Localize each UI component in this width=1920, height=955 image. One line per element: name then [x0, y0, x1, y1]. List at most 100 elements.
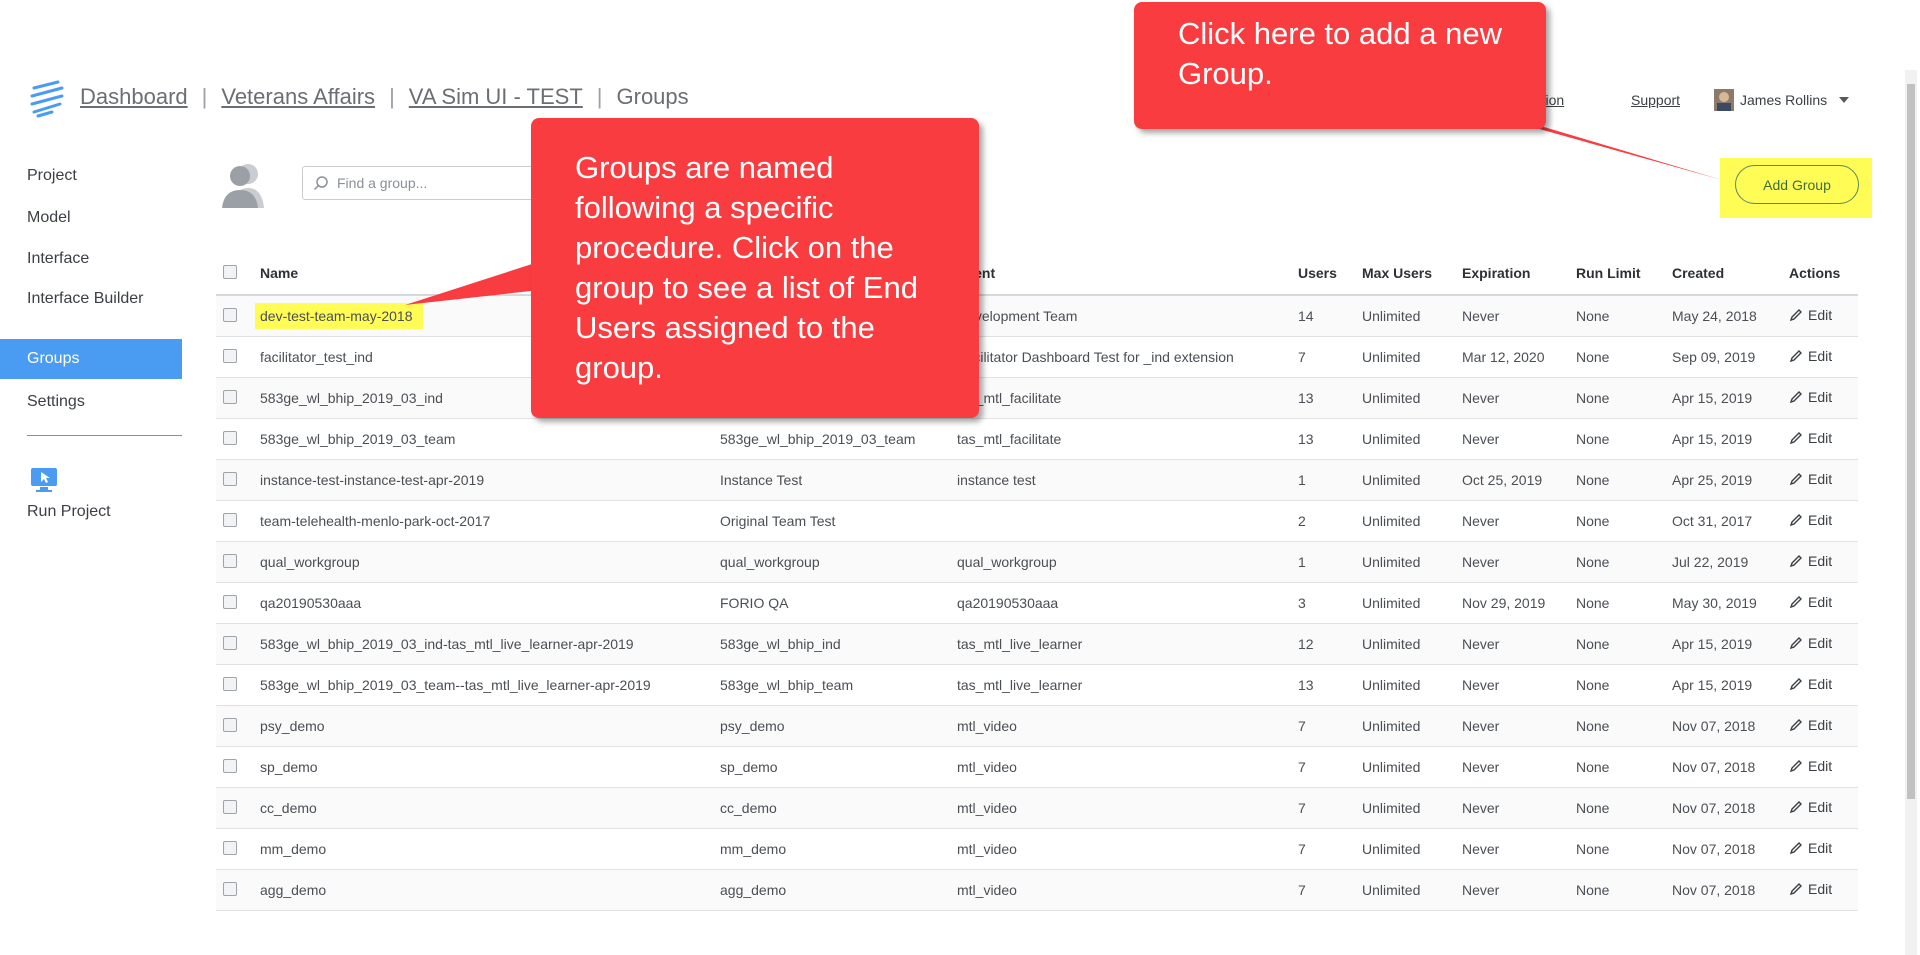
- table-row[interactable]: psy_demo psy_demo mtl_video 7 Unlimited Never…: [216, 705, 1858, 747]
- search-input[interactable]: [335, 174, 539, 192]
- edit-button[interactable]: Edit: [1789, 553, 1832, 569]
- run-project-icon[interactable]: [30, 467, 58, 493]
- cell-name[interactable]: qa20190530aaa: [260, 582, 720, 624]
- cell-name[interactable]: 583ge_wl_bhip_2019_03_team--tas_mtl_live…: [260, 664, 720, 706]
- group-name-link[interactable]: agg_demo: [260, 882, 326, 898]
- group-name-link[interactable]: instance-test-instance-test-apr-2019: [260, 472, 484, 488]
- cell-name[interactable]: mm_demo: [260, 828, 720, 870]
- column-header-expiration[interactable]: Expiration: [1462, 252, 1576, 296]
- support-link[interactable]: Support: [1631, 92, 1680, 108]
- sidebar-item-settings[interactable]: Settings: [0, 391, 85, 412]
- row-checkbox[interactable]: [223, 635, 237, 650]
- column-header-event[interactable]: Event: [957, 252, 1298, 296]
- breadcrumb-project[interactable]: VA Sim UI - TEST: [409, 84, 583, 109]
- group-name-link[interactable]: sp_demo: [260, 759, 318, 775]
- cell-name[interactable]: agg_demo: [260, 869, 720, 911]
- edit-button[interactable]: Edit: [1789, 348, 1832, 364]
- table-row[interactable]: 583ge_wl_bhip_2019_03_ind tas_mtl_facilit…: [216, 377, 1858, 419]
- row-checkbox[interactable]: [223, 512, 237, 527]
- cell-text: 12: [1298, 636, 1314, 652]
- column-header-created[interactable]: Created: [1672, 252, 1789, 296]
- cell-name[interactable]: qual_workgroup: [260, 541, 720, 583]
- row-checkbox[interactable]: [223, 840, 237, 855]
- group-name-link[interactable]: cc_demo: [260, 800, 317, 816]
- sidebar-item-interface[interactable]: Interface: [0, 248, 89, 269]
- group-name-link[interactable]: mm_demo: [260, 841, 326, 857]
- cell-name[interactable]: 583ge_wl_bhip_2019_03_team: [260, 418, 720, 460]
- group-name-link[interactable]: dev-test-team-may-2018: [255, 303, 423, 329]
- sidebar-item-interface-builder[interactable]: Interface Builder: [0, 288, 147, 309]
- logo-icon[interactable]: [30, 80, 64, 118]
- row-checkbox[interactable]: [223, 758, 237, 773]
- edit-button[interactable]: Edit: [1789, 430, 1832, 446]
- table-row[interactable]: qual_workgroup qual_workgroup qual_workgro…: [216, 541, 1858, 583]
- edit-button[interactable]: Edit: [1789, 471, 1832, 487]
- cell-name[interactable]: 583ge_wl_bhip_2019_03_ind-tas_mtl_live_l…: [260, 623, 720, 665]
- table-row[interactable]: 583ge_wl_bhip_2019_03_team 583ge_wl_bhip_…: [216, 418, 1858, 460]
- scrollbar-thumb[interactable]: [1907, 84, 1915, 799]
- cell-name[interactable]: psy_demo: [260, 705, 720, 747]
- table-row[interactable]: facilitator_test_ind Facilitator Dashboar…: [216, 336, 1858, 378]
- user-menu[interactable]: James Rollins: [1714, 89, 1850, 111]
- row-checkbox[interactable]: [223, 553, 237, 568]
- edit-button[interactable]: Edit: [1789, 840, 1832, 856]
- sidebar-item-project[interactable]: Project: [0, 165, 77, 186]
- row-checkbox[interactable]: [223, 881, 237, 896]
- row-checkbox[interactable]: [223, 307, 237, 322]
- cell-name[interactable]: instance-test-instance-test-apr-2019: [260, 459, 720, 501]
- edit-button[interactable]: Edit: [1789, 307, 1832, 323]
- edit-button[interactable]: Edit: [1789, 717, 1832, 733]
- cell-name[interactable]: cc_demo: [260, 787, 720, 829]
- row-checkbox[interactable]: [223, 799, 237, 814]
- edit-button[interactable]: Edit: [1789, 676, 1832, 692]
- table-row[interactable]: dev-test-team-may-2018 Development Team 14…: [216, 295, 1858, 337]
- sidebar-item-model[interactable]: Model: [0, 207, 71, 228]
- edit-button[interactable]: Edit: [1789, 881, 1832, 897]
- column-header-users[interactable]: Users: [1298, 252, 1362, 296]
- edit-button[interactable]: Edit: [1789, 389, 1832, 405]
- table-row[interactable]: 583ge_wl_bhip_2019_03_team--tas_mtl_live…: [216, 664, 1858, 706]
- row-checkbox[interactable]: [223, 348, 237, 363]
- select-all-checkbox[interactable]: [223, 264, 237, 279]
- row-checkbox[interactable]: [223, 430, 237, 445]
- edit-button[interactable]: Edit: [1789, 512, 1832, 528]
- group-name-link[interactable]: 583ge_wl_bhip_2019_03_team--tas_mtl_live…: [260, 677, 651, 693]
- cell-text: tas_mtl_live_learner: [957, 677, 1083, 693]
- breadcrumb-veterans-affairs[interactable]: Veterans Affairs: [221, 84, 375, 109]
- table-row[interactable]: agg_demo agg_demo mtl_video 7 Unlimited Never…: [216, 869, 1858, 911]
- row-checkbox[interactable]: [223, 389, 237, 404]
- group-name-link[interactable]: team-telehealth-menlo-park-oct-2017: [260, 513, 490, 529]
- edit-button[interactable]: Edit: [1789, 758, 1832, 774]
- column-header-max-users[interactable]: Max Users: [1362, 252, 1462, 296]
- group-name-link[interactable]: psy_demo: [260, 718, 325, 734]
- cell-text: Unlimited: [1362, 800, 1421, 816]
- row-checkbox[interactable]: [223, 594, 237, 609]
- run-project-link[interactable]: Run Project: [0, 501, 111, 522]
- edit-button[interactable]: Edit: [1789, 799, 1832, 815]
- group-name-link[interactable]: facilitator_test_ind: [260, 349, 373, 365]
- cell-name[interactable]: sp_demo: [260, 746, 720, 788]
- table-row[interactable]: 583ge_wl_bhip_2019_03_ind-tas_mtl_live_l…: [216, 623, 1858, 665]
- group-name-link[interactable]: 583ge_wl_bhip_2019_03_ind-tas_mtl_live_l…: [260, 636, 634, 652]
- table-row[interactable]: qa20190530aaa FORIO QA qa20190530aaa 3 Unlim…: [216, 582, 1858, 624]
- add-group-button[interactable]: Add Group: [1735, 165, 1859, 204]
- cell-users: 1: [1298, 541, 1362, 583]
- edit-button[interactable]: Edit: [1789, 635, 1832, 651]
- table-row[interactable]: sp_demo sp_demo mtl_video 7 Unlimited Never No…: [216, 746, 1858, 788]
- group-name-link[interactable]: 583ge_wl_bhip_2019_03_team: [260, 431, 455, 447]
- table-row[interactable]: instance-test-instance-test-apr-2019 Inst…: [216, 459, 1858, 501]
- table-row[interactable]: team-telehealth-menlo-park-oct-2017 Origi…: [216, 500, 1858, 542]
- row-checkbox[interactable]: [223, 471, 237, 486]
- group-name-link[interactable]: qual_workgroup: [260, 554, 360, 570]
- table-row[interactable]: cc_demo cc_demo mtl_video 7 Unlimited Never No…: [216, 787, 1858, 829]
- cell-name[interactable]: team-telehealth-menlo-park-oct-2017: [260, 500, 720, 542]
- sidebar-item-groups[interactable]: Groups: [0, 339, 182, 379]
- group-name-link[interactable]: 583ge_wl_bhip_2019_03_ind: [260, 390, 443, 406]
- table-row[interactable]: mm_demo mm_demo mtl_video 7 Unlimited Never No…: [216, 828, 1858, 870]
- group-name-link[interactable]: qa20190530aaa: [260, 595, 361, 611]
- column-header-run-limit[interactable]: Run Limit: [1576, 252, 1672, 296]
- breadcrumb-dashboard[interactable]: Dashboard: [80, 84, 188, 109]
- edit-button[interactable]: Edit: [1789, 594, 1832, 610]
- row-checkbox[interactable]: [223, 676, 237, 691]
- row-checkbox[interactable]: [223, 717, 237, 732]
